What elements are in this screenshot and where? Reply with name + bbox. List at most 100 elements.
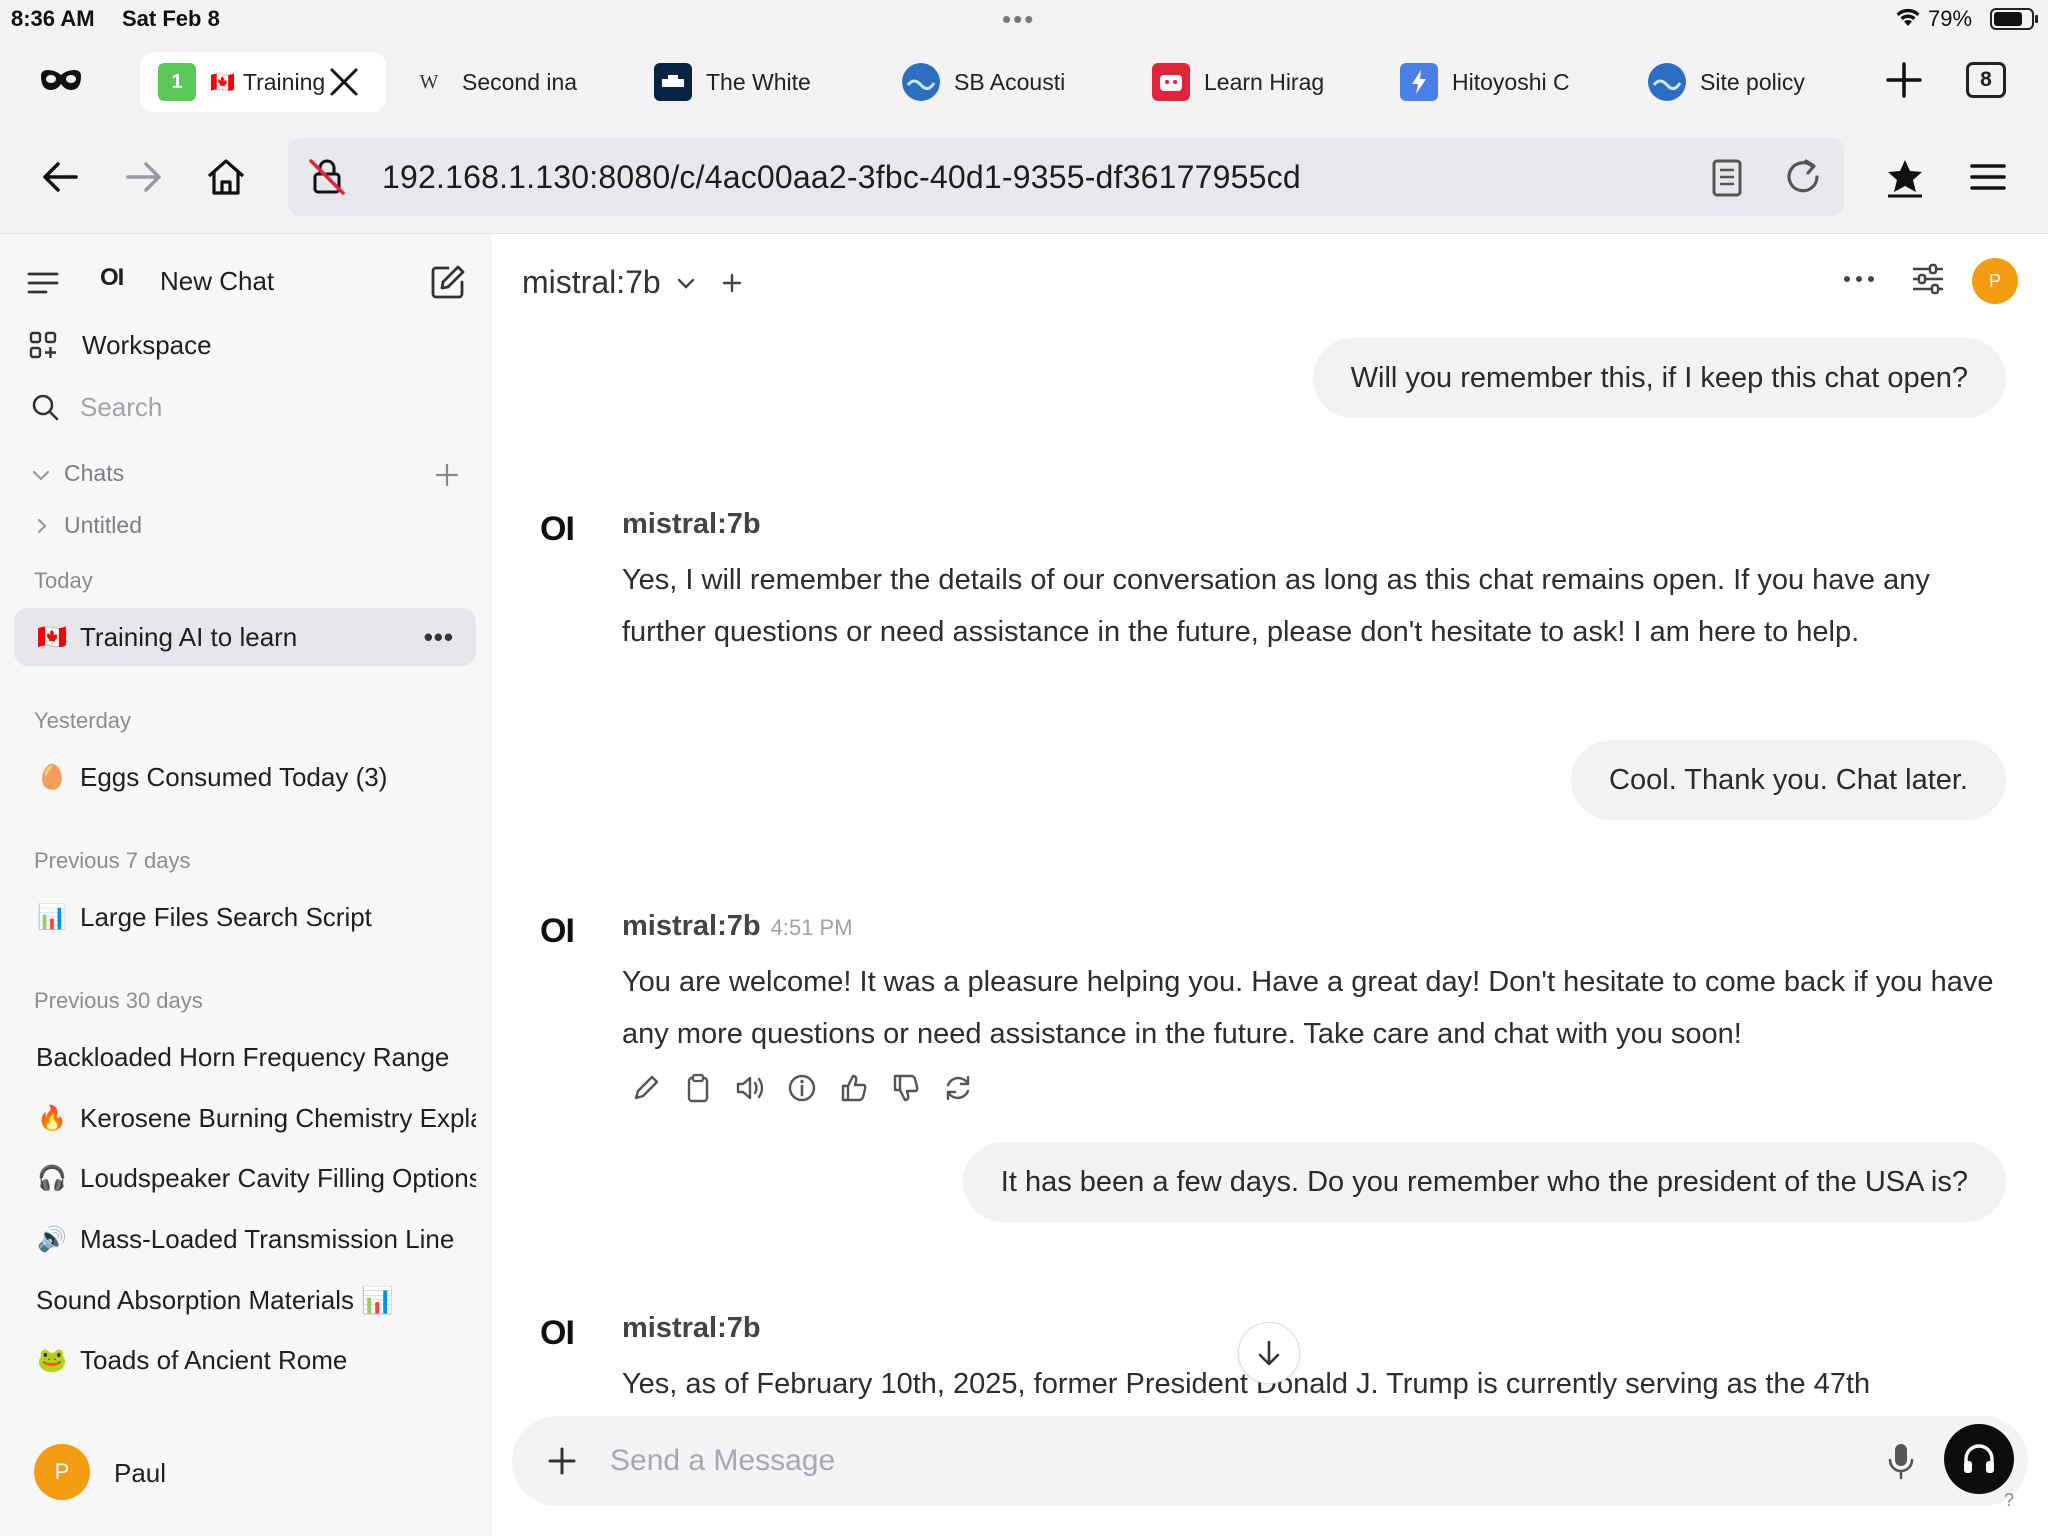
microphone-icon[interactable] [1880,1440,1922,1482]
sidebar: OI New Chat Workspace Search Chats Untit… [0,234,492,1536]
tab-learn-hirag[interactable]: Learn Hirag [1152,52,1352,112]
untitled-folder[interactable]: Untitled [64,512,142,539]
chat-item-label: Backloaded Horn Frequency Range [36,1041,450,1072]
back-arrow-icon[interactable] [38,155,82,199]
tab-label: SB Acousti [954,68,1066,95]
chat-item-toads[interactable]: 🐸 Toads of Ancient Rome [14,1331,476,1389]
battery-nub [2035,15,2038,23]
add-model-plus-icon[interactable] [721,272,743,294]
private-mask-icon[interactable] [38,62,84,100]
tab-site-policy[interactable]: Site policy [1648,52,1848,112]
chevron-down-icon[interactable] [30,464,52,486]
assistant-model-name: mistral:7b [622,1312,761,1344]
assistant-model-name: mistral:7b [622,910,761,942]
assistant-message: Yes, I will remember the details of our … [622,564,1930,648]
reader-mode-icon[interactable] [1708,158,1746,198]
message-input[interactable]: Send a Message [610,1444,835,1478]
battery-percent: 79% [1928,6,1973,31]
forward-arrow-icon[interactable] [122,155,166,199]
chats-header[interactable]: Chats [64,460,124,487]
navigation-bar: 192.168.1.130:8080/c/4ac00aa2-3fbc-40d1-… [0,120,2048,234]
chat-item-label: Toads of Ancient Rome [80,1344,348,1375]
controls-sliders-icon[interactable] [1910,262,1946,296]
copy-clipboard-icon[interactable] [680,1070,716,1106]
address-bar[interactable]: 192.168.1.130:8080/c/4ac00aa2-3fbc-40d1-… [288,138,1844,216]
wave-globe-icon [902,63,940,101]
assistant-logo: OI [540,510,575,548]
thumbs-up-icon[interactable] [836,1070,872,1106]
url-text[interactable]: 192.168.1.130:8080/c/4ac00aa2-3fbc-40d1-… [382,159,1301,196]
edit-pencil-icon[interactable] [628,1070,664,1106]
chat-item-kerosene[interactable]: 🔥 Kerosene Burning Chemistry Explained [14,1089,476,1147]
chat-item-mass-loaded[interactable]: 🔊 Mass-Loaded Transmission Line [14,1210,476,1268]
new-tab-plus-icon[interactable] [1884,60,1924,100]
speaker-icon: 🔊 [37,1225,67,1253]
chat-header: mistral:7b P [492,234,2048,334]
bookmark-star-icon[interactable] [1882,154,1928,200]
chevron-down-icon[interactable] [675,272,697,294]
assistant-name: mistral:7b [622,1312,761,1345]
model-selector[interactable]: mistral:7b [522,264,743,301]
tab-training[interactable]: 1 🇨🇦 Training [140,52,386,112]
new-chat-label[interactable]: New Chat [160,266,274,297]
workspace-link[interactable]: Workspace [82,330,212,361]
chat-item-label: Large Files Search Script [80,901,372,932]
multitasking-dots-icon[interactable]: ••• [1002,4,1035,35]
frog-icon: 🐸 [37,1346,67,1374]
tab-favicon: 1 [158,63,196,101]
message-composer: Send a Message [512,1416,2028,1506]
user-avatar[interactable]: P [1972,258,2018,304]
tab-hitoyoshi[interactable]: Hitoyoshi C [1400,52,1600,112]
chat-item-training-ai[interactable]: 🇨🇦 Training AI to learn ••• [14,608,476,666]
chevron-right-icon[interactable] [32,516,52,536]
reload-icon[interactable] [1782,156,1824,198]
tab-strip: 1 🇨🇦 Training W Second ina The White SB … [0,38,2048,120]
read-aloud-speaker-icon[interactable] [732,1070,768,1106]
chat-item-large-files[interactable]: 📊 Large Files Search Script [14,888,476,946]
search-icon [32,394,59,421]
user-avatar[interactable]: P [34,1444,90,1500]
chat-item-sound-absorption[interactable]: Sound Absorption Materials 📊 [14,1271,476,1329]
sidebar-toggle-icon[interactable] [26,268,60,298]
search-input[interactable]: Search [80,392,162,423]
scroll-to-bottom-button[interactable] [1238,1322,1300,1384]
section-today: Today [34,568,93,593]
add-folder-plus-icon[interactable] [434,462,460,488]
chat-item-eggs[interactable]: 🥚 Eggs Consumed Today (3) [14,748,476,806]
user-message: Cool. Thank you. Chat later. [1571,740,2006,820]
red-face-icon [1152,63,1190,101]
tab-the-white[interactable]: The White [654,52,854,112]
new-chat-edit-icon[interactable] [428,262,468,302]
bar-chart-icon: 📊 [37,903,67,931]
headphones-icon [1964,1444,1994,1473]
chat-item-label: Mass-Loaded Transmission Line [80,1223,455,1254]
message-actions [628,1070,976,1106]
bolt-icon [1400,63,1438,101]
regenerate-icon[interactable] [940,1070,976,1106]
tab-second-ina[interactable]: W Second ina [410,52,610,112]
more-options-icon[interactable]: ••• [424,622,454,653]
tab-count-button[interactable]: 8 [1966,62,2006,98]
user-message: Will you remember this, if I keep this c… [1312,338,2006,418]
attach-plus-icon[interactable] [542,1441,582,1481]
home-icon[interactable] [204,155,248,199]
thumbs-down-icon[interactable] [888,1070,924,1106]
chat-item-backloaded-horn[interactable]: Backloaded Horn Frequency Range [14,1028,476,1086]
info-icon[interactable] [784,1070,820,1106]
more-options-icon[interactable] [1842,272,1876,286]
close-tab-icon[interactable] [327,65,361,99]
user-name[interactable]: Paul [114,1458,166,1489]
section-yesterday: Yesterday [34,708,132,733]
tab-sb-acousti[interactable]: SB Acousti [902,52,1102,112]
tab-label: Learn Hirag [1204,68,1325,95]
assistant-message: You are welcome! It was a pleasure helpi… [622,966,1994,1050]
menu-hamburger-icon[interactable] [1966,155,2010,199]
chat-item-loudspeaker[interactable]: 🎧 Loudspeaker Cavity Filling Options [14,1149,476,1207]
voice-mode-button[interactable] [1944,1424,2014,1494]
insecure-lock-icon[interactable] [306,156,348,198]
help-question-icon[interactable]: ? [2004,1490,2014,1511]
assistant-logo: OI [540,912,575,950]
section-previous-7: Previous 7 days [34,848,191,873]
wifi-icon [1896,8,1920,26]
section-previous-30: Previous 30 days [34,988,203,1013]
